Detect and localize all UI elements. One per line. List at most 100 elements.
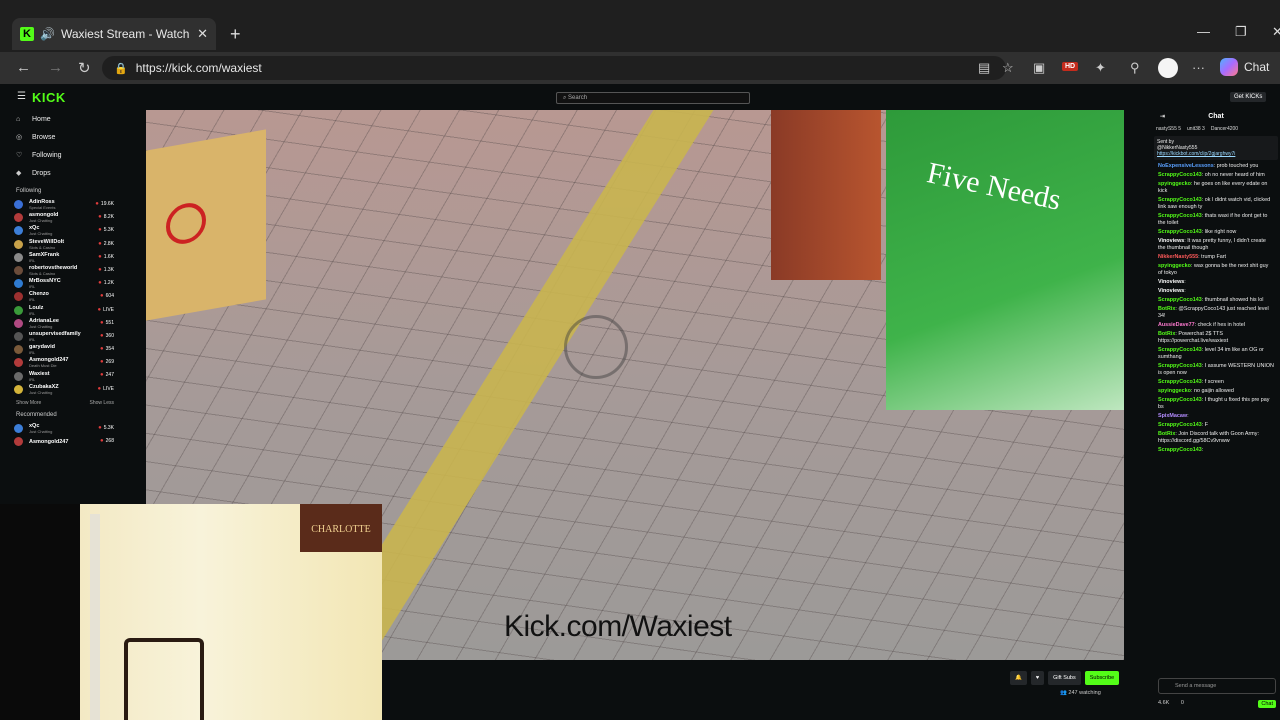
top-gifter[interactable]: nastyS55 5 <box>1156 126 1181 132</box>
follow-heart-icon[interactable]: ♥ <box>1030 671 1045 685</box>
chat-username[interactable]: ScrappyCoco143 <box>1158 229 1202 235</box>
chat-username[interactable]: BotRix <box>1158 331 1175 337</box>
channel-item[interactable]: Chenzo IRL ● 604 <box>12 290 118 303</box>
sidebar-item-following[interactable]: ♡ Following <box>12 146 118 164</box>
chat-username[interactable]: ScrappyCoco143 <box>1158 363 1202 369</box>
restore-icon[interactable]: ❐ <box>1235 24 1247 40</box>
reload-icon[interactable]: ↻ <box>78 59 91 77</box>
show-more-button[interactable]: Show More <box>16 400 41 406</box>
channel-item[interactable]: CzubakaXZ Just Chatting ● LIVE <box>12 383 118 396</box>
chat-input[interactable]: Send a message <box>1158 678 1276 694</box>
copilot-chat-button[interactable]: Chat <box>1220 58 1269 76</box>
chat-username[interactable]: ScrappyCoco143 <box>1158 379 1202 385</box>
extension-icon[interactable]: ▣ <box>1033 60 1045 76</box>
top-gifter[interactable]: unit38 3 <box>1187 126 1205 132</box>
chat-text: trump Fart <box>1201 254 1227 260</box>
channel-item[interactable]: Asmongold247 Death Must Die ● 269 <box>12 356 118 369</box>
browser-tab[interactable]: K 🔊 Waxiest Stream - Watch Live o ✕ <box>12 18 216 50</box>
chat-username[interactable]: ScrappyCoco143 <box>1158 172 1202 178</box>
chat-username[interactable]: spyinggecko <box>1158 263 1191 269</box>
channel-item[interactable]: SteveWillDoIt Slots & Casino ● 2.8K <box>12 238 118 251</box>
chat-message: ScrappyCoco143: <box>1152 446 1280 455</box>
channel-item[interactable]: Loulz IRL ● LIVE <box>12 304 118 317</box>
chat-username[interactable]: Vinoviews <box>1158 279 1184 285</box>
channel-text: MrBossNYC IRL <box>29 278 61 289</box>
channel-avatar <box>14 384 23 394</box>
chat-username[interactable]: Vinoviews <box>1158 238 1184 244</box>
stream-actions: 🔔 ♥ Gift Subs Subscribe <box>1010 670 1120 686</box>
extensions-puzzle-icon[interactable]: ✦ <box>1095 60 1106 76</box>
chat-username[interactable]: ScrappyCoco143 <box>1158 347 1202 353</box>
chat-username[interactable]: spyinggecko <box>1158 181 1191 187</box>
viewer-count-text: 551 <box>105 319 114 326</box>
chat-username[interactable]: ScrappyCoco143 <box>1158 197 1202 203</box>
menu-hamburger-icon[interactable]: ☰ <box>17 91 26 102</box>
viewer-count: ● 551 <box>100 320 114 326</box>
hd-extension-badge[interactable]: HD <box>1062 62 1079 71</box>
chat-username[interactable]: BotRix <box>1158 306 1175 312</box>
search-input[interactable]: ⌕ Search <box>556 92 750 104</box>
live-dot-icon: ● <box>100 319 104 326</box>
reader-view-icon[interactable]: ▤ <box>978 60 990 76</box>
sidebar-item-browse[interactable]: ◎ Browse <box>12 128 118 146</box>
channel-item[interactable]: AdinRoss Special Events ● 19.6K <box>12 198 118 211</box>
channel-item[interactable]: AdrianaLee Just Chatting ● 551 <box>12 317 118 330</box>
chat-username[interactable]: ScrappyCoco143 <box>1158 422 1202 428</box>
channel-item[interactable]: asmongold Just Chatting ● 8.2K <box>12 211 118 224</box>
chat-username[interactable]: NikkerNasty555 <box>1158 254 1198 260</box>
channel-item[interactable]: Waxiest IRL ● 247 <box>12 369 118 382</box>
tab-title: Waxiest Stream - Watch Live o <box>60 27 193 41</box>
speaker-icon[interactable]: 🔊 <box>40 27 55 41</box>
notify-bell-icon[interactable]: 🔔 <box>1010 671 1027 685</box>
profile-avatar[interactable] <box>1158 58 1178 78</box>
address-bar[interactable]: 🔒 https://kick.com/waxiest <box>102 56 1006 80</box>
kick-logo[interactable]: KICK <box>32 90 66 105</box>
channel-item[interactable]: unsupervisedfamily IRL ● 360 <box>12 330 118 343</box>
chat-username[interactable]: ScrappyCoco143 <box>1158 397 1202 403</box>
chat-username[interactable]: AussieDave77 <box>1158 322 1195 328</box>
channel-item[interactable]: SamXFrank IRL ● 1.6K <box>12 251 118 264</box>
minimize-icon[interactable]: — <box>1197 24 1210 39</box>
chat-send-button[interactable]: Chat <box>1258 700 1276 708</box>
chat-username[interactable]: ScrappyCoco143 <box>1158 447 1202 453</box>
collapse-chat-icon[interactable]: ⇥ <box>1160 110 1165 124</box>
sidebar-item-home[interactable]: ⌂ Home <box>12 110 118 128</box>
channel-item[interactable]: xQc Just Chatting ● 5.3K <box>12 422 118 435</box>
window-close-icon[interactable]: ✕ <box>1272 24 1280 40</box>
collections-icon[interactable]: ⚲ <box>1130 60 1140 76</box>
chat-username[interactable]: NoExpensiveLessons <box>1158 163 1214 169</box>
viewer-count-text: LIVE <box>103 306 114 313</box>
chat-username[interactable]: spyinggecko <box>1158 388 1191 394</box>
recommended-list: xQc Just Chatting ● 5.3K Asmongold247 ● 268 <box>12 422 118 448</box>
favorite-star-icon[interactable]: ☆ <box>1002 60 1014 76</box>
chat-text: like right now <box>1204 229 1237 235</box>
channel-item[interactable]: Asmongold247 ● 268 <box>12 435 118 448</box>
channel-item[interactable]: MrBossNYC IRL ● 1.2K <box>12 277 118 290</box>
sidebar-item-drops[interactable]: ◆ Drops <box>12 164 118 182</box>
top-gifter[interactable]: Dancer4200 <box>1211 126 1238 132</box>
back-icon[interactable]: ← <box>16 59 31 76</box>
chat-username[interactable]: Vinoviews <box>1158 288 1184 294</box>
forward-icon[interactable]: → <box>48 59 63 76</box>
gift-subs-button[interactable]: Gift Subs <box>1048 671 1081 685</box>
chat-separator: : <box>1201 447 1204 453</box>
browser-toolbar: ← → ↻ 🔒 https://kick.com/waxiest ▤ ☆ ▣ H… <box>0 52 1280 84</box>
channel-item[interactable]: robertovstheworld Slots & Casino ● 1.3K <box>12 264 118 277</box>
more-menu-icon[interactable]: ··· <box>1192 60 1205 75</box>
channel-text: Asmongold247 Death Must Die <box>29 357 68 368</box>
show-less-button[interactable]: Show Less <box>90 400 114 406</box>
lock-icon[interactable]: 🔒 <box>114 62 128 75</box>
new-tab-button[interactable]: + <box>230 24 241 45</box>
no-smoking-sign <box>146 129 266 321</box>
channel-item[interactable]: xQc Just Chatting ● 5.3K <box>12 224 118 237</box>
chat-message: ScrappyCoco143: oh no never heard of him <box>1152 171 1280 180</box>
get-kicks-button[interactable]: Get KICKs <box>1230 92 1267 102</box>
channel-item[interactable]: garydavid IRL ● 354 <box>12 343 118 356</box>
chat-username[interactable]: SpixMacaw <box>1158 413 1187 419</box>
chat-username[interactable]: BotRix <box>1158 431 1175 437</box>
chat-username[interactable]: ScrappyCoco143 <box>1158 213 1202 219</box>
subscribe-button[interactable]: Subscribe <box>1084 671 1120 685</box>
pinned-link[interactable]: https://kickbot.com/clip/2gjarghwy7i <box>1157 151 1235 157</box>
tab-close-icon[interactable]: ✕ <box>197 26 208 42</box>
chat-username[interactable]: ScrappyCoco143 <box>1158 297 1202 303</box>
